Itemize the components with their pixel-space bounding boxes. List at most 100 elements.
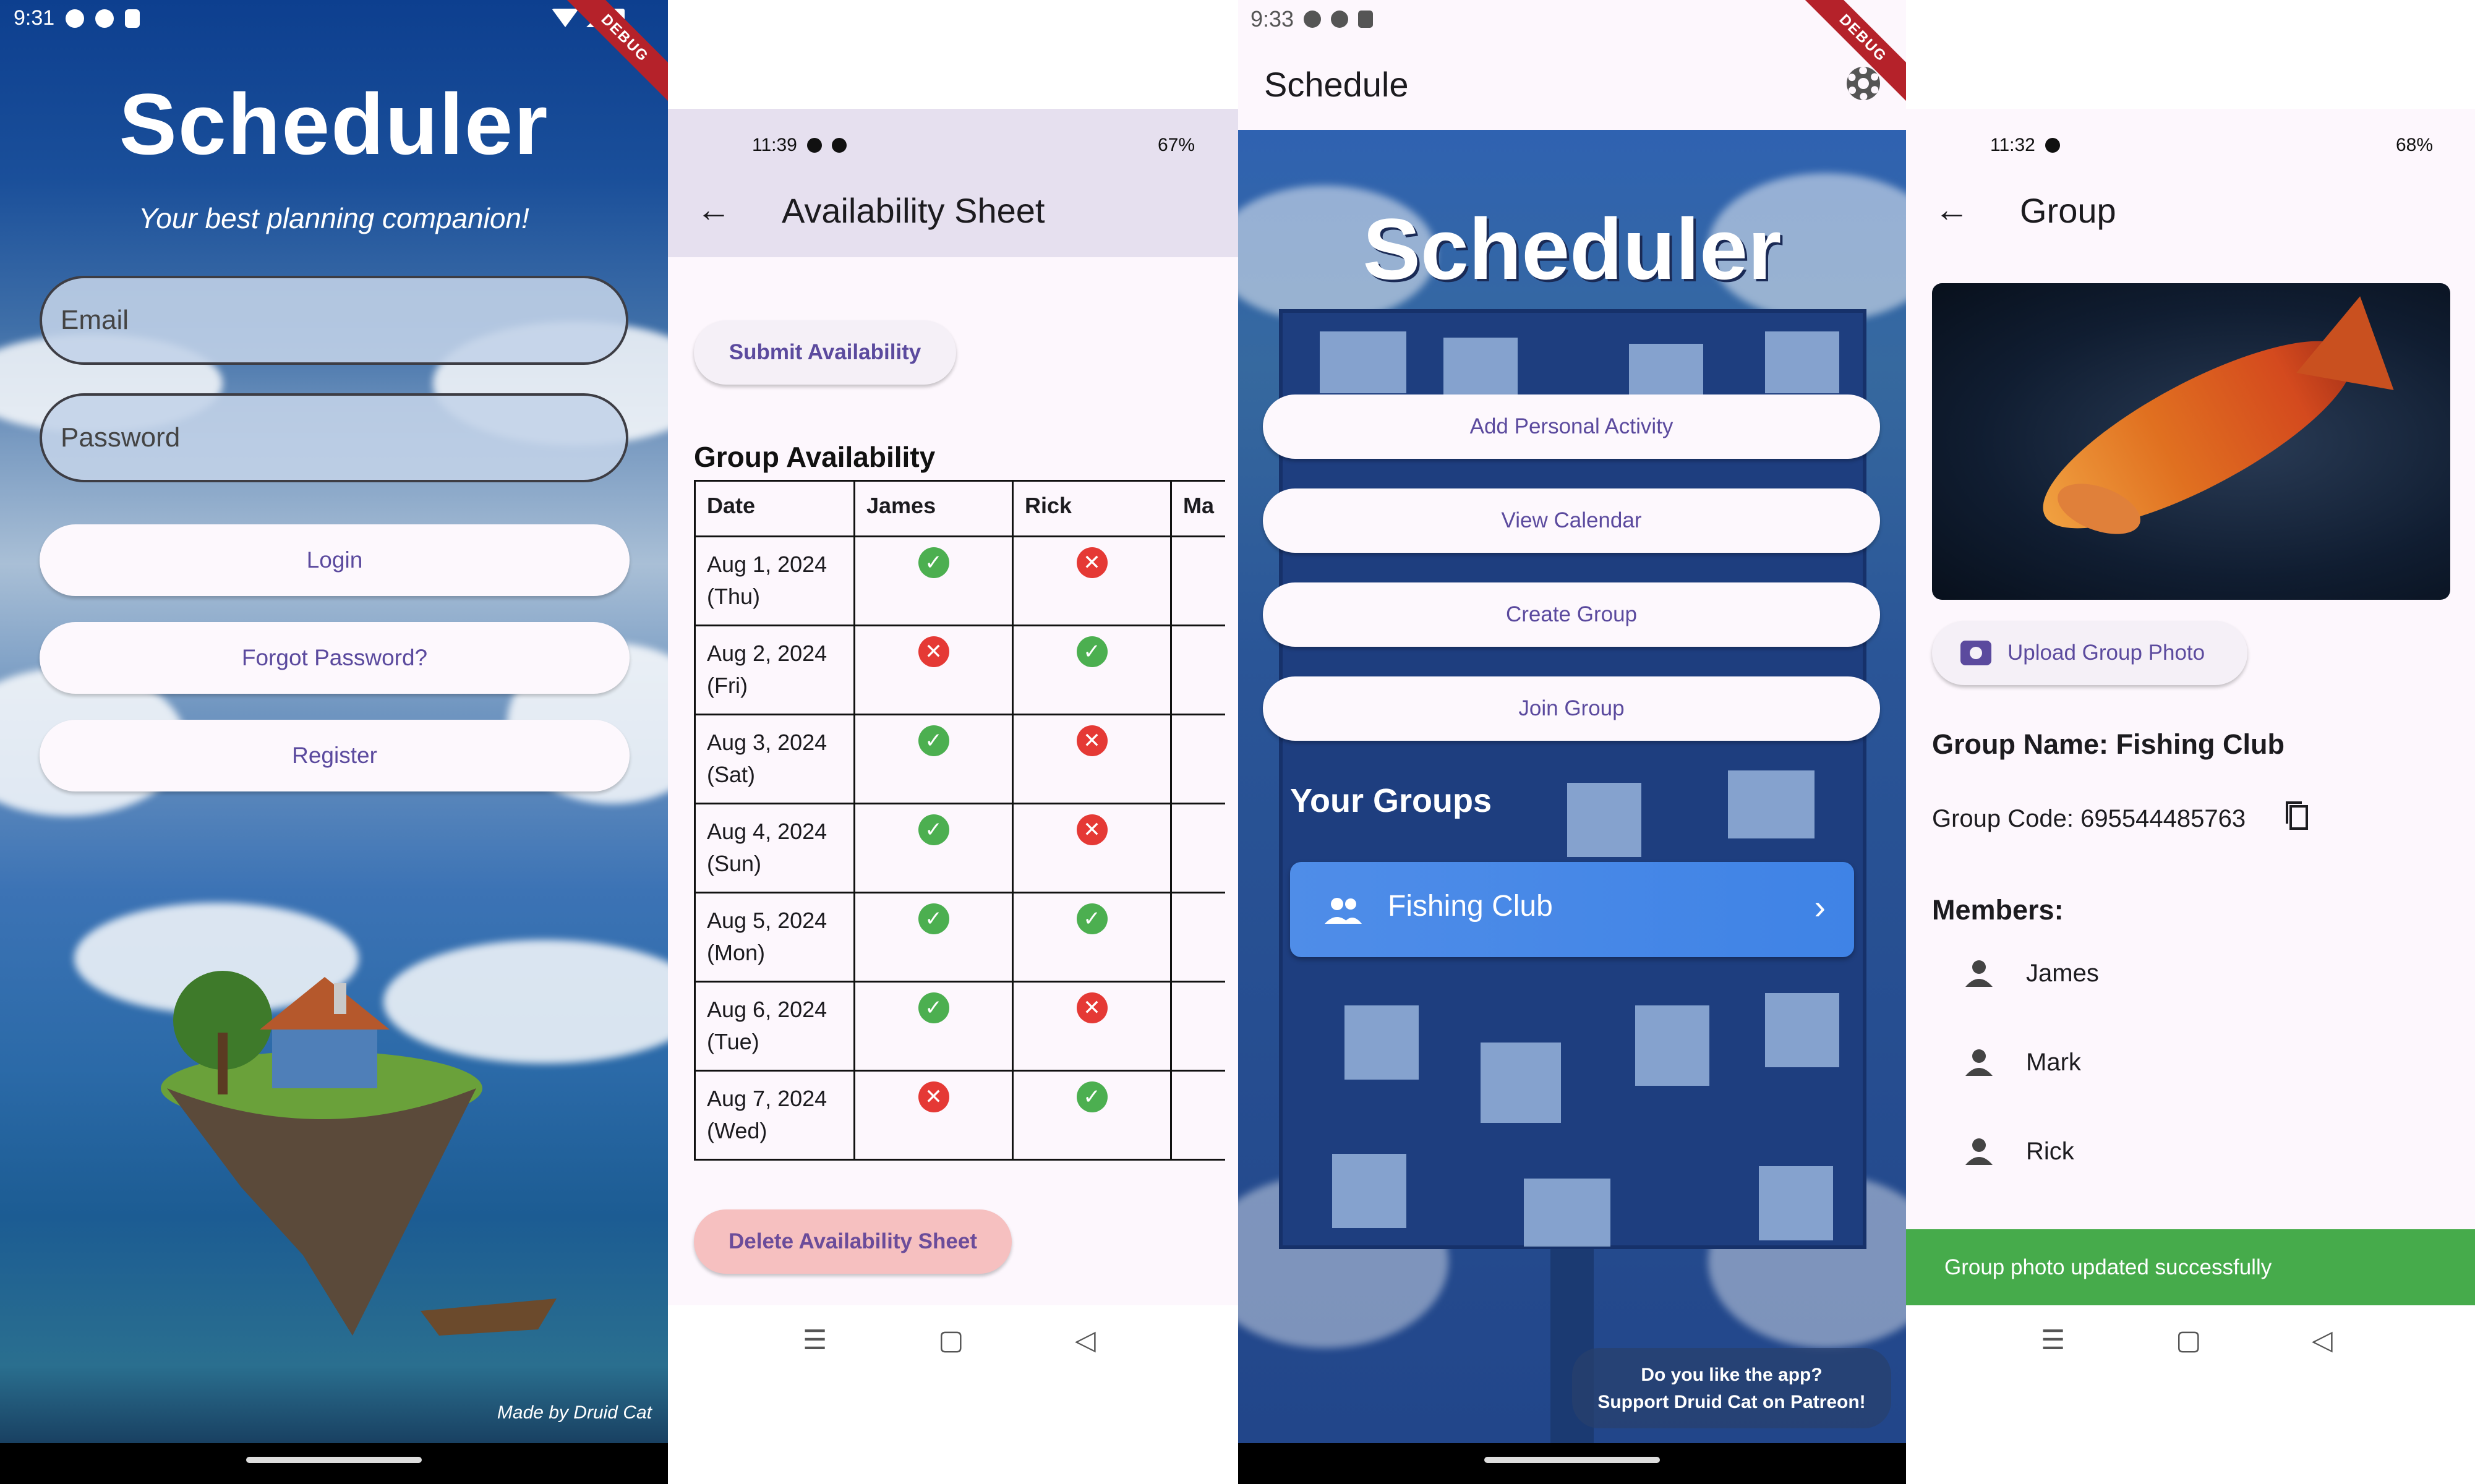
status-icon — [831, 138, 847, 153]
availability-cell-ma — [1170, 803, 1226, 893]
check-circle-icon: ✓ — [1076, 636, 1108, 667]
sticky-note — [1728, 770, 1815, 838]
page-title: Group — [2020, 191, 2116, 230]
cancel-circle-icon: ✕ — [1076, 992, 1108, 1023]
date-text: Aug 2, 2024 — [707, 641, 827, 666]
status-icon — [806, 138, 822, 153]
date-cell: Aug 3, 2024 (Sat) — [694, 714, 855, 804]
group-name-text: Group Name: Fishing Club — [1932, 728, 2285, 760]
person-icon — [1965, 1138, 1993, 1165]
password-field[interactable]: Password — [40, 393, 628, 482]
sticky-note — [1759, 1166, 1833, 1240]
home-gesture-bar[interactable] — [246, 1457, 422, 1463]
date-text: Aug 7, 2024 — [707, 1086, 827, 1111]
forgot-password-button[interactable]: Forgot Password? — [40, 622, 630, 694]
availability-cell-james: ✕ — [853, 1070, 1014, 1161]
upload-label: Upload Group Photo — [2007, 641, 2205, 665]
cancel-circle-icon: ✕ — [1076, 725, 1108, 756]
availability-cell-rick: ✕ — [1012, 803, 1172, 893]
page-title: Availability Sheet — [782, 191, 1045, 230]
weekday-text: (Mon) — [707, 940, 766, 965]
availability-cell-ma — [1170, 714, 1226, 804]
koi-tail — [2296, 288, 2409, 390]
weekday-text: (Wed) — [707, 1118, 767, 1143]
check-circle-icon: ✓ — [1076, 1081, 1108, 1112]
app-bar — [668, 109, 1238, 257]
availability-cell-rick: ✕ — [1012, 535, 1172, 626]
app-title: Scheduler — [119, 75, 549, 173]
date-text: Aug 3, 2024 — [707, 730, 827, 755]
table-row: Aug 7, 2024 (Wed) ✕ ✓ — [694, 1070, 1226, 1161]
check-circle-icon: ✓ — [918, 992, 949, 1023]
availability-cell-ma — [1170, 981, 1226, 1072]
availability-cell-ma — [1170, 625, 1226, 715]
upload-group-photo-button[interactable]: Upload Group Photo — [1932, 621, 2247, 685]
copy-icon[interactable] — [2285, 800, 2309, 831]
home-gesture-bar[interactable] — [1484, 1457, 1660, 1463]
cancel-circle-icon: ✕ — [1076, 547, 1108, 578]
shield-status-icon — [95, 9, 114, 28]
home-nav-icon[interactable]: ▢ — [938, 1324, 964, 1356]
delete-availability-sheet-button[interactable]: Delete Availability Sheet — [694, 1209, 1012, 1274]
member-name: James — [2026, 960, 2099, 987]
settings-status-icon — [66, 9, 85, 28]
check-circle-icon: ✓ — [918, 725, 949, 756]
date-cell: Aug 1, 2024 (Thu) — [694, 535, 855, 626]
availability-cell-james: ✓ — [853, 892, 1014, 983]
column-header: James — [853, 480, 1014, 537]
weekday-text: (Tue) — [707, 1029, 759, 1054]
table-row: Aug 1, 2024 (Thu) ✓ ✕ — [694, 535, 1226, 626]
system-nav-bar — [0, 1443, 668, 1484]
email-field[interactable]: Email — [40, 276, 628, 365]
sd-card-status-icon — [1358, 11, 1374, 28]
member-name: Mark — [2026, 1049, 2081, 1076]
wifi-icon — [552, 9, 579, 27]
date-cell: Aug 2, 2024 (Fri) — [694, 625, 855, 715]
status-bar: 9:31 — [14, 6, 140, 30]
availability-cell-ma — [1170, 892, 1226, 983]
date-text: Aug 1, 2024 — [707, 552, 827, 577]
recents-nav-icon[interactable]: ☰ — [803, 1324, 827, 1356]
person-icon — [1965, 960, 1993, 987]
status-bar: 9:33 — [1250, 6, 1374, 32]
check-circle-icon: ✓ — [1076, 903, 1108, 934]
submit-availability-button[interactable]: Submit Availability — [694, 320, 956, 385]
sticky-note — [1524, 1179, 1610, 1247]
table-row: Aug 5, 2024 (Mon) ✓ ✓ — [694, 892, 1226, 983]
sticky-note — [1320, 331, 1406, 393]
weekday-text: (Sat) — [707, 762, 756, 787]
rowboat-illustration — [421, 1298, 557, 1336]
weekday-text: (Sun) — [707, 851, 762, 876]
back-nav-icon[interactable]: ◁ — [1075, 1324, 1096, 1356]
register-button[interactable]: Register — [40, 720, 630, 791]
table-row: Aug 6, 2024 (Tue) ✓ ✕ — [694, 981, 1226, 1072]
back-arrow-icon[interactable]: ← — [696, 189, 731, 229]
date-text: Aug 6, 2024 — [707, 997, 827, 1022]
status-bar: 11:39 — [752, 135, 847, 156]
sticky-note — [1765, 993, 1839, 1067]
recents-nav-icon[interactable]: ☰ — [2041, 1324, 2065, 1356]
availability-cell-rick: ✓ — [1012, 892, 1172, 983]
login-screen: 9:31 DEBUG Scheduler Your best planning … — [0, 0, 668, 1484]
cancel-circle-icon: ✕ — [1076, 814, 1108, 845]
sd-card-status-icon — [125, 9, 140, 28]
sticky-note — [1332, 1154, 1406, 1228]
add-personal-activity-button[interactable]: Add Personal Activity — [1263, 394, 1880, 459]
create-group-button[interactable]: Create Group — [1263, 582, 1880, 647]
home-nav-icon[interactable]: ▢ — [2176, 1324, 2202, 1356]
sticky-note — [1481, 1043, 1561, 1123]
join-group-button[interactable]: Join Group — [1263, 676, 1880, 741]
credit-text: Made by Druid Cat — [497, 1402, 652, 1423]
availability-cell-rick: ✕ — [1012, 714, 1172, 804]
back-arrow-icon[interactable]: ← — [1934, 189, 1969, 229]
back-nav-icon[interactable]: ◁ — [2312, 1324, 2333, 1356]
availability-cell-james: ✓ — [853, 803, 1014, 893]
patreon-banner[interactable]: Do you like the app? Support Druid Cat o… — [1572, 1348, 1891, 1428]
login-button[interactable]: Login — [40, 524, 630, 596]
group-code-text: Group Code: 695544485763 — [1932, 805, 2246, 832]
status-time: 9:33 — [1250, 6, 1294, 32]
group-card-fishing-club[interactable]: Fishing Club › — [1290, 862, 1854, 957]
battery-percent: 67% — [1157, 135, 1195, 155]
view-calendar-button[interactable]: View Calendar — [1263, 488, 1880, 553]
group-photo — [1932, 283, 2450, 600]
